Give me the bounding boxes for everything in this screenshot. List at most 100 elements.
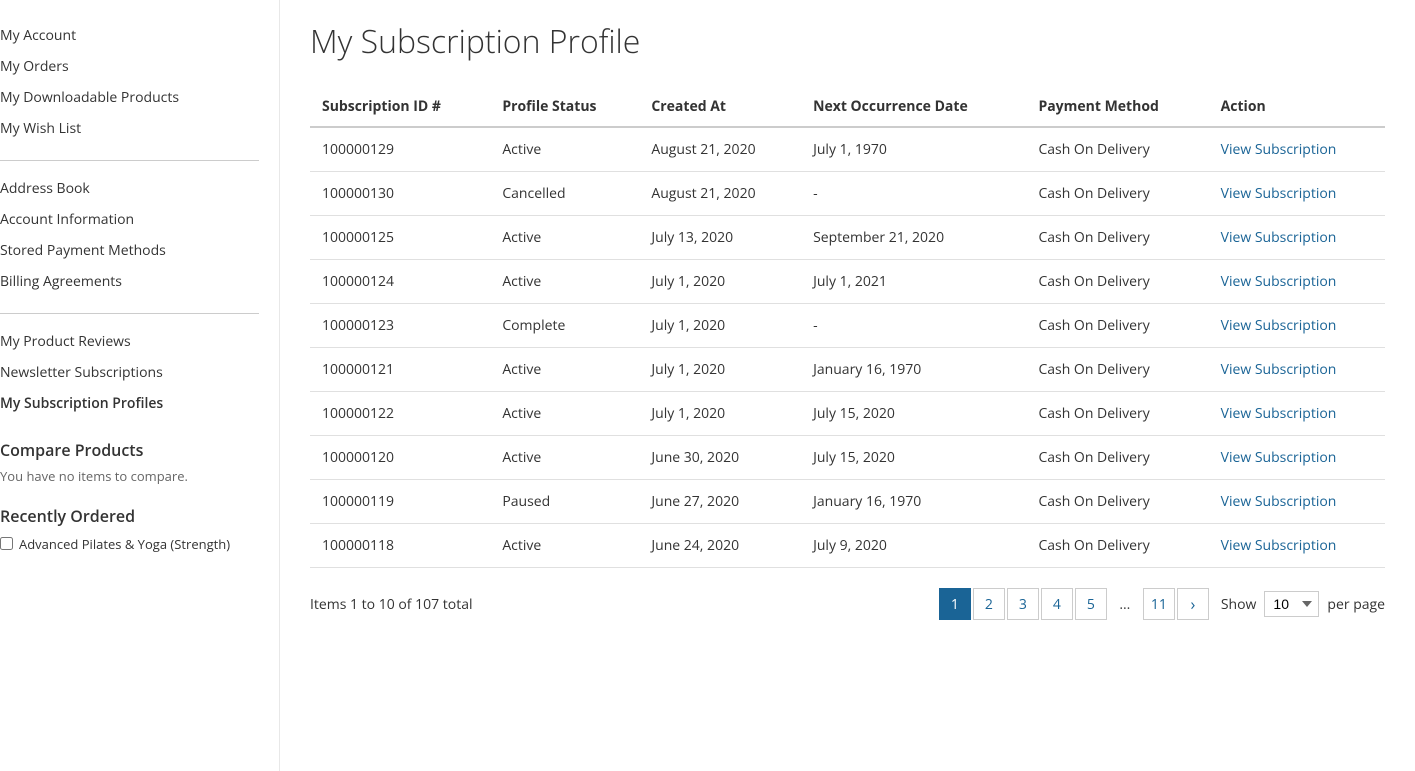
page-btn-5[interactable]: 5 <box>1075 588 1107 620</box>
view-subscription-link-7[interactable]: View Subscription <box>1221 448 1337 467</box>
sidebar-nav-group-1: My Account My Orders My Downloadable Pro… <box>0 20 259 144</box>
cell-id-0: 100000129 <box>310 127 490 172</box>
cell-status-4: Complete <box>490 304 639 348</box>
pagination-right: 1 2 3 4 5 ... 11 › Show 10 20 50 <box>939 588 1385 620</box>
view-subscription-link-6[interactable]: View Subscription <box>1221 404 1337 423</box>
compare-products-section: Compare Products You have no items to co… <box>0 439 259 485</box>
view-subscription-link-3[interactable]: View Subscription <box>1221 272 1337 291</box>
recently-ordered-section: Recently Ordered Advanced Pilates & Yoga… <box>0 505 259 553</box>
recently-ordered-item-label: Advanced Pilates & Yoga (Strength) <box>19 535 230 553</box>
table-row: 100000119PausedJune 27, 2020January 16, … <box>310 480 1385 524</box>
view-subscription-link-2[interactable]: View Subscription <box>1221 228 1337 247</box>
sidebar-item-my-account[interactable]: My Account <box>0 20 259 51</box>
cell-next_occurrence-0: July 1, 1970 <box>801 127 1026 172</box>
view-subscription-link-4[interactable]: View Subscription <box>1221 316 1337 335</box>
table-row: 100000129ActiveAugust 21, 2020July 1, 19… <box>310 127 1385 172</box>
sidebar-item-my-subscription-profiles[interactable]: My Subscription Profiles <box>0 388 259 419</box>
recently-ordered-checkbox[interactable] <box>0 537 13 550</box>
sidebar: My Account My Orders My Downloadable Pro… <box>0 0 280 771</box>
col-header-payment: Payment Method <box>1026 87 1208 127</box>
cell-status-9: Active <box>490 524 639 568</box>
show-label: Show <box>1221 595 1257 614</box>
cell-created_at-1: August 21, 2020 <box>639 172 801 216</box>
cell-payment_method-2: Cash On Delivery <box>1026 216 1208 260</box>
cell-created_at-2: July 13, 2020 <box>639 216 801 260</box>
cell-action-9: View Subscription <box>1209 524 1385 568</box>
subscription-table: Subscription ID # Profile Status Created… <box>310 87 1385 568</box>
view-subscription-link-1[interactable]: View Subscription <box>1221 184 1337 203</box>
table-row: 100000122ActiveJuly 1, 2020July 15, 2020… <box>310 392 1385 436</box>
sidebar-item-address-book[interactable]: Address Book <box>0 173 259 204</box>
cell-created_at-7: June 30, 2020 <box>639 436 801 480</box>
cell-payment_method-5: Cash On Delivery <box>1026 348 1208 392</box>
cell-created_at-3: July 1, 2020 <box>639 260 801 304</box>
compare-products-title: Compare Products <box>0 439 259 461</box>
view-subscription-link-8[interactable]: View Subscription <box>1221 492 1337 511</box>
table-row: 100000120ActiveJune 30, 2020July 15, 202… <box>310 436 1385 480</box>
cell-status-3: Active <box>490 260 639 304</box>
sidebar-item-my-downloadable-products[interactable]: My Downloadable Products <box>0 82 259 113</box>
main-content: My Subscription Profile Subscription ID … <box>280 0 1415 771</box>
cell-action-1: View Subscription <box>1209 172 1385 216</box>
cell-action-8: View Subscription <box>1209 480 1385 524</box>
cell-status-7: Active <box>490 436 639 480</box>
sidebar-item-my-wish-list[interactable]: My Wish List <box>0 113 259 144</box>
pagination-pages: 1 2 3 4 5 ... 11 › <box>939 588 1209 620</box>
page-title: My Subscription Profile <box>310 20 1385 63</box>
cell-id-9: 100000118 <box>310 524 490 568</box>
table-row: 100000125ActiveJuly 13, 2020September 21… <box>310 216 1385 260</box>
cell-payment_method-7: Cash On Delivery <box>1026 436 1208 480</box>
recently-ordered-title: Recently Ordered <box>0 505 259 527</box>
page-btn-11[interactable]: 11 <box>1143 588 1175 620</box>
recently-ordered-item: Advanced Pilates & Yoga (Strength) <box>0 535 259 553</box>
cell-action-4: View Subscription <box>1209 304 1385 348</box>
sidebar-item-newsletter-subscriptions[interactable]: Newsletter Subscriptions <box>0 357 259 388</box>
cell-next_occurrence-7: July 15, 2020 <box>801 436 1026 480</box>
page-btn-3[interactable]: 3 <box>1007 588 1039 620</box>
sidebar-item-my-orders[interactable]: My Orders <box>0 51 259 82</box>
cell-action-7: View Subscription <box>1209 436 1385 480</box>
cell-next_occurrence-5: January 16, 1970 <box>801 348 1026 392</box>
pagination-area: Items 1 to 10 of 107 total 1 2 3 4 5 ...… <box>310 588 1385 620</box>
sidebar-nav-group-3: My Product Reviews Newsletter Subscripti… <box>0 326 259 419</box>
cell-payment_method-1: Cash On Delivery <box>1026 172 1208 216</box>
page-btn-1[interactable]: 1 <box>939 588 971 620</box>
view-subscription-link-0[interactable]: View Subscription <box>1221 140 1337 159</box>
cell-status-5: Active <box>490 348 639 392</box>
cell-created_at-5: July 1, 2020 <box>639 348 801 392</box>
cell-id-7: 100000120 <box>310 436 490 480</box>
cell-id-4: 100000123 <box>310 304 490 348</box>
cell-action-6: View Subscription <box>1209 392 1385 436</box>
view-subscription-link-5[interactable]: View Subscription <box>1221 360 1337 379</box>
page-btn-next[interactable]: › <box>1177 588 1209 620</box>
cell-created_at-8: June 27, 2020 <box>639 480 801 524</box>
sidebar-item-billing-agreements[interactable]: Billing Agreements <box>0 266 259 297</box>
sidebar-item-stored-payment-methods[interactable]: Stored Payment Methods <box>0 235 259 266</box>
cell-payment_method-9: Cash On Delivery <box>1026 524 1208 568</box>
sidebar-divider-2 <box>0 313 259 314</box>
per-page-area: Show 10 20 50 per page <box>1221 591 1385 617</box>
view-subscription-link-9[interactable]: View Subscription <box>1221 536 1337 555</box>
cell-id-6: 100000122 <box>310 392 490 436</box>
page-btn-4[interactable]: 4 <box>1041 588 1073 620</box>
cell-next_occurrence-2: September 21, 2020 <box>801 216 1026 260</box>
cell-next_occurrence-3: July 1, 2021 <box>801 260 1026 304</box>
cell-status-2: Active <box>490 216 639 260</box>
per-page-select[interactable]: 10 20 50 <box>1264 591 1319 617</box>
table-row: 100000121ActiveJuly 1, 2020January 16, 1… <box>310 348 1385 392</box>
cell-id-5: 100000121 <box>310 348 490 392</box>
sidebar-item-account-information[interactable]: Account Information <box>0 204 259 235</box>
cell-action-3: View Subscription <box>1209 260 1385 304</box>
items-total: Items 1 to 10 of 107 total <box>310 595 473 614</box>
cell-id-1: 100000130 <box>310 172 490 216</box>
cell-action-2: View Subscription <box>1209 216 1385 260</box>
page-btn-2[interactable]: 2 <box>973 588 1005 620</box>
table-row: 100000123CompleteJuly 1, 2020-Cash On De… <box>310 304 1385 348</box>
cell-next_occurrence-6: July 15, 2020 <box>801 392 1026 436</box>
col-header-status: Profile Status <box>490 87 639 127</box>
col-header-next-occurrence: Next Occurrence Date <box>801 87 1026 127</box>
col-header-id: Subscription ID # <box>310 87 490 127</box>
cell-created_at-0: August 21, 2020 <box>639 127 801 172</box>
sidebar-item-my-product-reviews[interactable]: My Product Reviews <box>0 326 259 357</box>
cell-action-0: View Subscription <box>1209 127 1385 172</box>
